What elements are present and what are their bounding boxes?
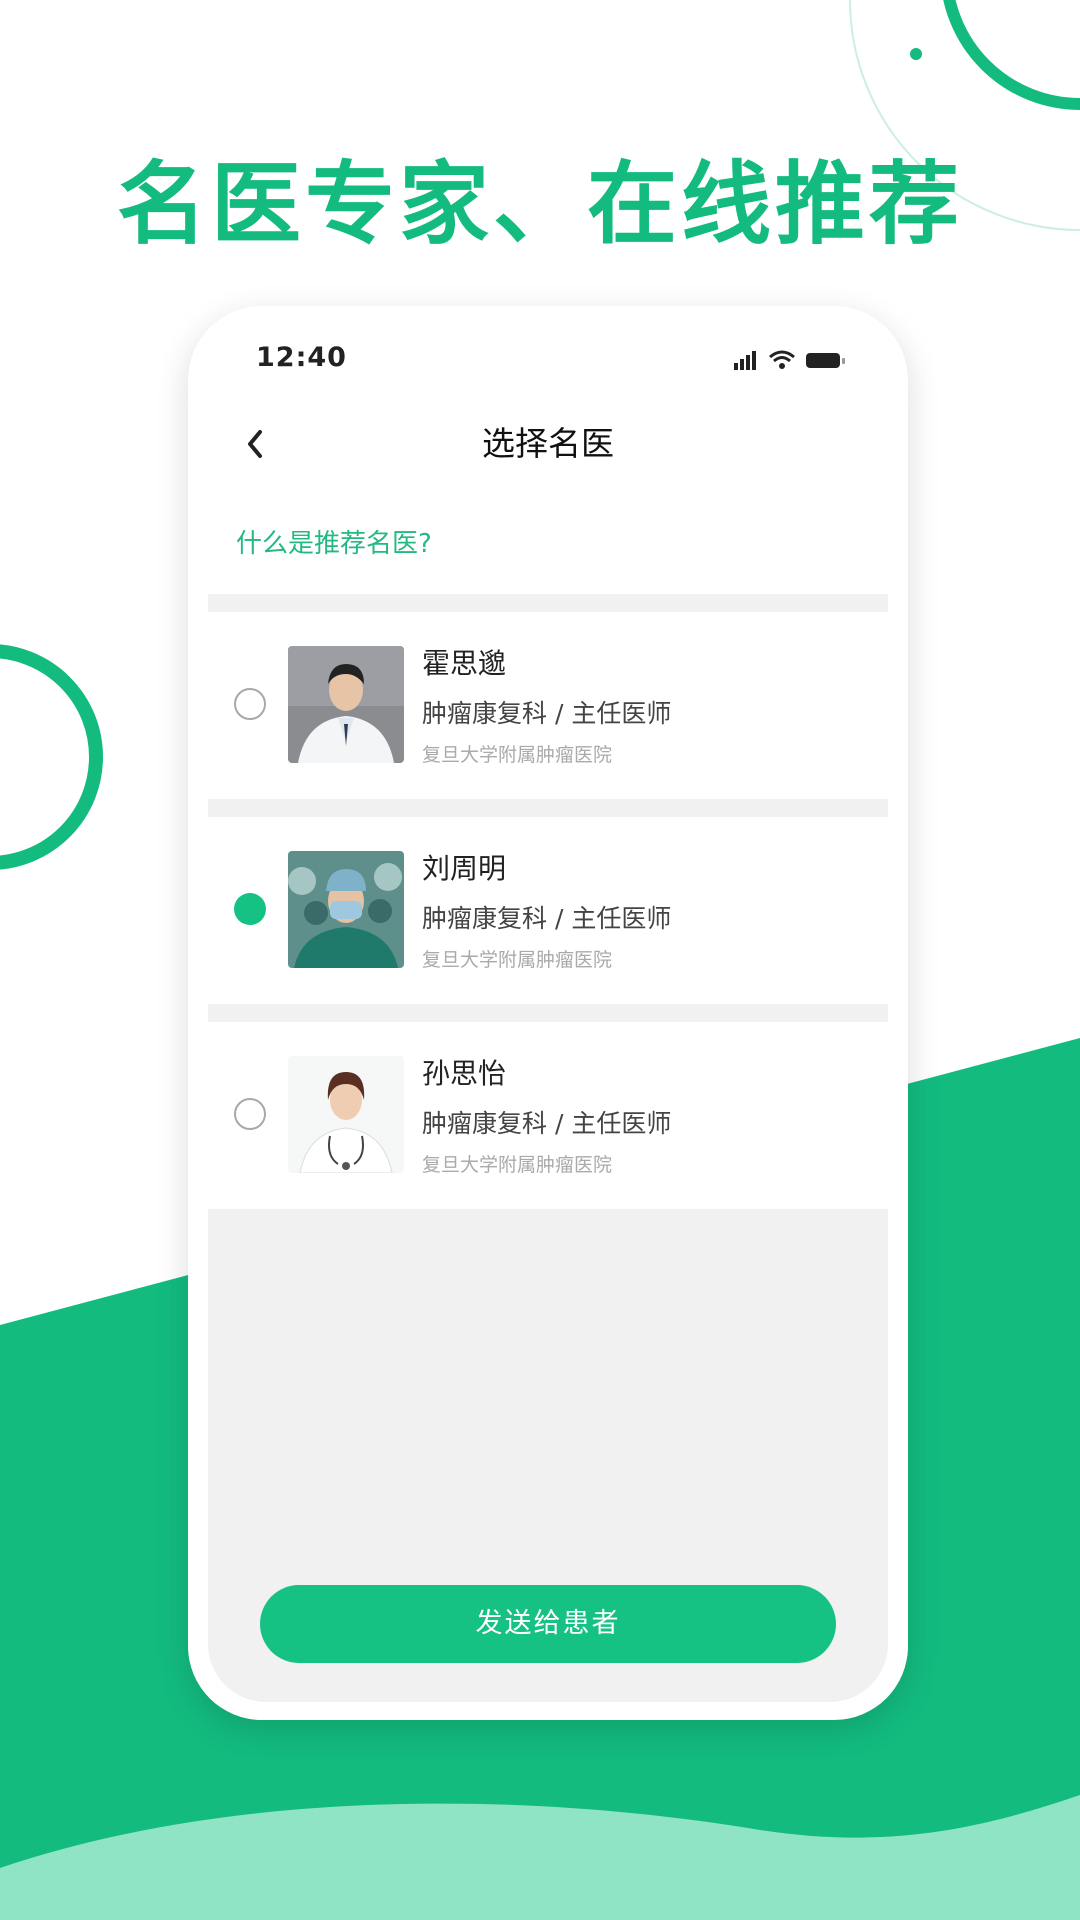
doctor-name: 霍思邈 [422,647,507,680]
chevron-left-icon [248,430,262,458]
doctor-photo-surgical-scrubs [288,851,404,968]
doctor-avatar [288,1056,404,1173]
doctor-avatar [288,851,404,968]
doctor-list: 霍思邈 肿瘤康复科 / 主任医师 复旦大学附属肿瘤医院 刘周明 肿瘤康复科 / … [208,612,888,1227]
status-bar: 12:40 [208,324,888,394]
what-is-recommended-doctor-link[interactable]: 什么是推荐名医? [236,494,432,594]
radio-button[interactable] [234,1098,266,1130]
phone-frame: 12:40 选择名医 什么是推荐名医? 霍思邈 肿瘤康复科 / 主任医师 复旦大… [188,306,908,1720]
phone-screen: 12:40 选择名医 什么是推荐名医? 霍思邈 肿瘤康复科 / 主任医师 复旦大… [208,324,888,1702]
wifi-icon [769,350,795,369]
page-title: 选择名医 [482,424,614,463]
headline: 名医专家、在线推荐 [117,152,963,257]
doctor-hospital: 复旦大学附属肿瘤医院 [422,949,613,971]
doctor-hospital: 复旦大学附属肿瘤医院 [422,1154,613,1176]
status-time: 12:40 [256,342,347,373]
doctor-photo-white-coat [288,646,404,763]
signal-icon [734,351,756,370]
doctor-photo-stethoscope [288,1056,404,1173]
status-icons [734,350,845,370]
doctor-title: 肿瘤康复科 / 主任医师 [422,699,672,728]
doctor-row[interactable]: 刘周明 肿瘤康复科 / 主任医师 复旦大学附属肿瘤医院 [208,817,888,1004]
doctor-row[interactable]: 霍思邈 肿瘤康复科 / 主任医师 复旦大学附属肿瘤医院 [208,612,888,799]
doctor-name: 孙思怡 [422,1057,507,1090]
doctor-hospital: 复旦大学附属肿瘤医院 [422,744,613,766]
doctor-avatar [288,646,404,763]
back-button[interactable] [226,414,286,474]
doctor-title: 肿瘤康复科 / 主任医师 [422,1109,672,1138]
doctor-row[interactable]: 孙思怡 肿瘤康复科 / 主任医师 复旦大学附属肿瘤医院 [208,1022,888,1209]
doctor-name: 刘周明 [422,852,507,885]
battery-icon [806,353,845,368]
radio-button-selected[interactable] [234,893,266,925]
info-row: 什么是推荐名医? [208,494,888,594]
send-to-patient-button[interactable]: 发送给患者 [260,1585,836,1663]
doctor-title: 肿瘤康复科 / 主任医师 [422,904,672,933]
navigation-bar: 选择名医 [208,394,888,494]
radio-button[interactable] [234,688,266,720]
